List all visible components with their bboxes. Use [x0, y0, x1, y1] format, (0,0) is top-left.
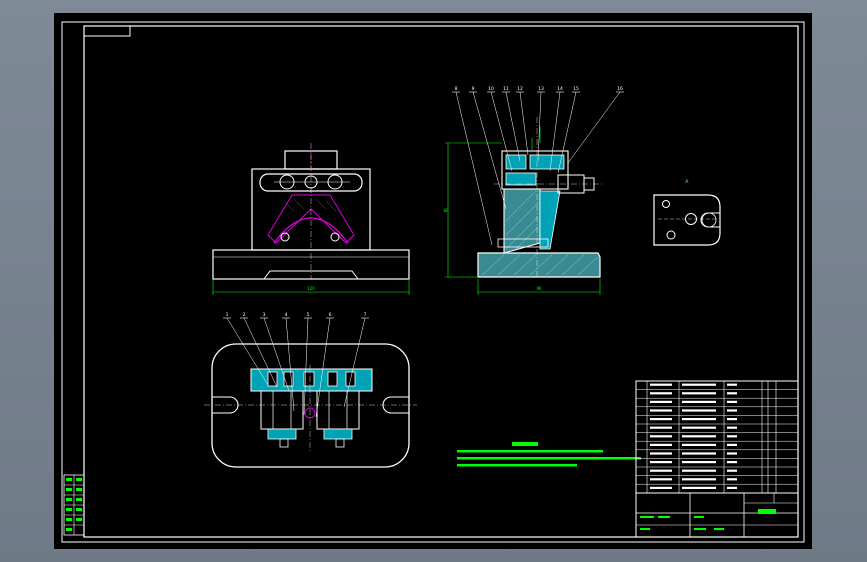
- parts-list-cell-code: [650, 469, 672, 472]
- parts-list-cell-code: [650, 426, 672, 429]
- side-leader-12: [519, 91, 529, 156]
- parts-list-cell-material: [727, 469, 737, 472]
- plan-leader-4: [285, 317, 295, 412]
- parts-list-cell-material: [727, 486, 737, 489]
- parts-list-cell-code: [650, 409, 672, 412]
- parts-list-cell-material: [727, 452, 737, 455]
- plan-callout-7: 7: [364, 312, 367, 318]
- plan-leader-5: [303, 317, 309, 416]
- parts-list-cell-code: [650, 435, 672, 438]
- parts-list-cell-material: [727, 478, 737, 481]
- plan-callout-1: 1: [226, 312, 229, 318]
- parts-list-rows: [636, 383, 798, 494]
- side-view[interactable]: 80 96 8 9 10 11 12 13 14 15 16: [443, 86, 624, 295]
- parts-list-cell-code: [650, 486, 672, 489]
- inner-border: [83, 25, 799, 538]
- title-block-badge: [758, 509, 776, 514]
- side-leader-16: [567, 91, 621, 164]
- parts-list-cell-name: [682, 435, 716, 438]
- detail-view-a[interactable]: A: [653, 179, 721, 246]
- corner-tag: [83, 25, 131, 37]
- parts-list-cell-code: [650, 461, 672, 464]
- parts-list-cell-name: [682, 452, 716, 455]
- parts-list-cell-material: [727, 383, 737, 386]
- plan-view[interactable]: 1 2 3 4 5 6 7: [204, 312, 417, 468]
- side-height-label: 80: [443, 208, 449, 213]
- side-callout-8: 8: [455, 86, 458, 92]
- parts-list-cell-code: [650, 418, 672, 421]
- plan-callout-6: 6: [329, 312, 332, 318]
- parts-list-cell-code: [650, 392, 672, 395]
- front-pin-right: [330, 232, 340, 242]
- parts-list-cell-material: [727, 443, 737, 446]
- front-width-label: 120: [307, 286, 315, 291]
- side-callout-13: 13: [538, 86, 544, 92]
- parts-list-cell-name: [682, 469, 716, 472]
- side-column: [503, 188, 541, 254]
- parts-list-cell-material: [727, 435, 737, 438]
- side-width-label: 96: [536, 286, 542, 291]
- front-width-dimension: 120: [212, 279, 410, 295]
- parts-list-cell-material: [727, 400, 737, 403]
- plan-leader-1: [226, 317, 269, 386]
- plan-leader-6: [315, 317, 331, 418]
- left-strip: [63, 474, 85, 536]
- detail-hole-bottom: [666, 230, 676, 240]
- side-callout-12: 12: [517, 86, 523, 92]
- side-callout-9: 9: [472, 86, 475, 92]
- cad-drawing[interactable]: 120 80 96 8 9 10 11 12 13 14 15 16 A 1 2…: [54, 13, 812, 549]
- detail-view-label: A: [685, 179, 689, 185]
- plan-base: [211, 343, 410, 468]
- detail-hole-top: [662, 200, 670, 208]
- plan-clamp-left: [260, 390, 304, 430]
- outer-border: [61, 21, 805, 543]
- parts-list-cell-name: [682, 461, 716, 464]
- parts-list-cell-code: [650, 443, 672, 446]
- side-width-dimension: 96: [477, 279, 601, 295]
- parts-list-cell-name: [682, 443, 716, 446]
- parts-list-cell-code: [650, 452, 672, 455]
- parts-list-cell-name: [682, 478, 716, 481]
- parts-list-cell-material: [727, 392, 737, 395]
- side-callout-10: 10: [488, 86, 494, 92]
- plan-callout-4: 4: [285, 312, 288, 318]
- side-callout-15: 15: [573, 86, 579, 92]
- parts-list-cell-name: [682, 383, 716, 386]
- parts-list-cell-name: [682, 409, 716, 412]
- parts-list-cell-name: [682, 418, 716, 421]
- plan-callout-5: 5: [307, 312, 310, 318]
- side-callout-14: 14: [557, 86, 563, 92]
- side-callout-16: 16: [617, 86, 623, 92]
- plan-callout-2: 2: [243, 312, 246, 318]
- drawing-viewport[interactable]: 120 80 96 8 9 10 11 12 13 14 15 16 A 1 2…: [54, 13, 812, 549]
- parts-list-cell-name: [682, 400, 716, 403]
- detail-outline: [653, 194, 721, 246]
- side-leader-9: [472, 91, 507, 210]
- parts-list-cell-material: [727, 461, 737, 464]
- plan-callout-3: 3: [263, 312, 266, 318]
- parts-list-cell-code: [650, 400, 672, 403]
- parts-list-cell-name: [682, 426, 716, 429]
- side-leader-8: [455, 91, 493, 246]
- parts-list-cell-material: [727, 418, 737, 421]
- side-swing-arm: [539, 190, 561, 250]
- title-block[interactable]: [635, 380, 799, 538]
- side-leader-15: [557, 91, 577, 174]
- parts-list-cell-code: [650, 383, 672, 386]
- plan-clamp-right: [316, 390, 360, 430]
- parts-list-cell-material: [727, 409, 737, 412]
- parts-list-cell-name: [682, 392, 716, 395]
- parts-list-cell-material: [727, 426, 737, 429]
- parts-list-cell-name: [682, 486, 716, 489]
- technical-requirements: [457, 442, 641, 467]
- parts-list-cell-code: [650, 478, 672, 481]
- side-base: [477, 252, 601, 278]
- front-view[interactable]: 120: [212, 143, 410, 295]
- side-callout-11: 11: [503, 86, 509, 92]
- plan-leader-7: [343, 317, 366, 408]
